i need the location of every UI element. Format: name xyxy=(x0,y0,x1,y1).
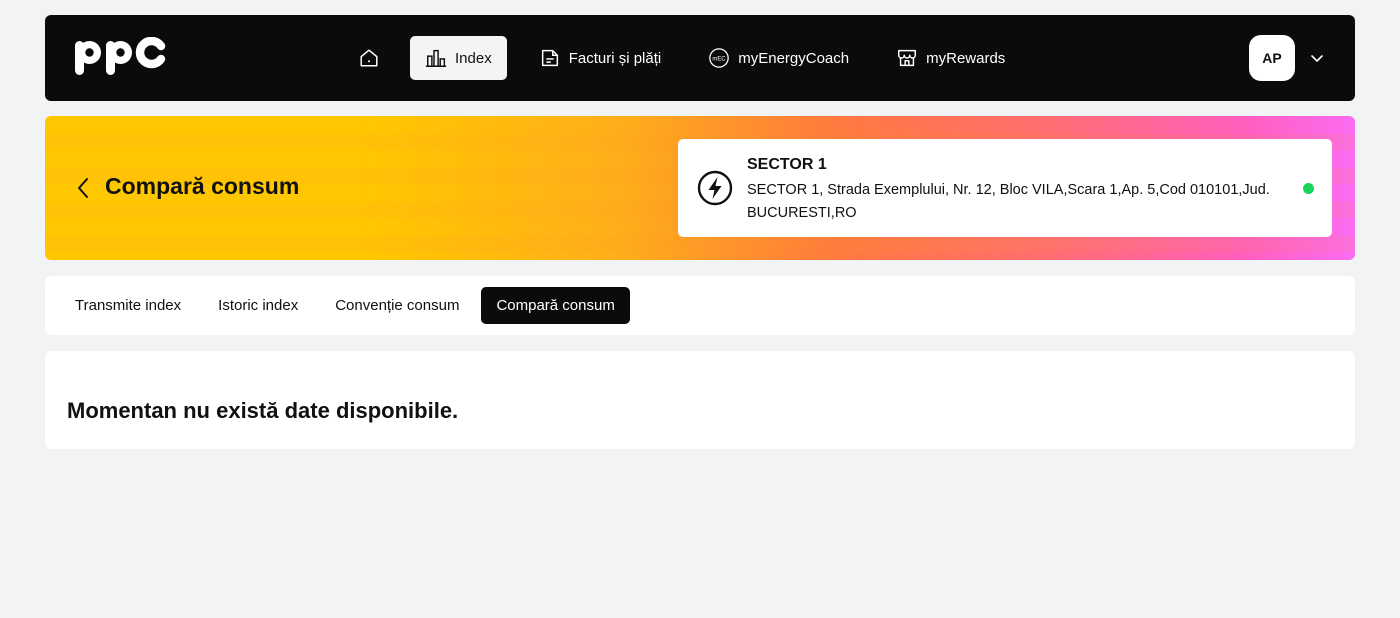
tab-istoric-index[interactable]: Istoric index xyxy=(203,287,313,324)
invoice-icon xyxy=(541,49,558,67)
tab-conventie-consum[interactable]: Convenție consum xyxy=(320,287,474,324)
place-name: SECTOR 1 xyxy=(747,156,827,173)
nav-item-label: myEnergyCoach xyxy=(738,49,850,67)
page-title: Compară consum xyxy=(105,173,300,199)
chevron-left-icon xyxy=(78,178,88,198)
nav-item-energy-coach[interactable]: mEC myEnergyCoach xyxy=(693,36,864,80)
nav-item-rewards[interactable]: myRewards xyxy=(881,36,1020,80)
place-address: SECTOR 1, Strada Exemplului, Nr. 12, Blo… xyxy=(747,182,1270,221)
content-panel: Momentan nu există date disponibile. xyxy=(45,351,1355,449)
nav-item-invoices[interactable]: Facturi și plăți xyxy=(524,36,677,80)
energy-coach-icon: mEC xyxy=(709,48,730,68)
nav-item-index[interactable]: Index xyxy=(410,36,507,80)
lightning-bolt-icon xyxy=(697,170,733,206)
bar-chart-icon xyxy=(425,49,447,67)
rewards-store-icon xyxy=(898,49,917,67)
avatar[interactable]: AP xyxy=(1249,35,1295,81)
ppc-logo-mark xyxy=(75,36,166,75)
energy-coach-icon-text: mEC xyxy=(713,56,727,62)
user-menu[interactable]: AP xyxy=(1249,35,1325,81)
home-icon xyxy=(360,49,378,67)
back-button[interactable] xyxy=(73,174,93,202)
tab-transmite-index[interactable]: Transmite index xyxy=(60,287,196,324)
ppc-logo[interactable] xyxy=(75,36,167,79)
main-nav: Index Facturi și plăți mEC myEnergyCoach xyxy=(345,36,1037,80)
index-tabs: Transmite index Istoric index Convenție … xyxy=(45,276,1355,335)
chevron-down-icon[interactable] xyxy=(1309,50,1325,66)
top-navigation: Index Facturi și plăți mEC myEnergyCoach xyxy=(45,15,1355,101)
nav-item-label: myRewards xyxy=(926,49,1006,67)
status-indicator xyxy=(1303,183,1314,194)
nav-home[interactable] xyxy=(345,36,393,80)
avatar-initials: AP xyxy=(1262,50,1282,66)
consumption-place-card[interactable]: SECTOR 1 SECTOR 1, Strada Exemplului, Nr… xyxy=(678,139,1332,237)
tab-compara-consum[interactable]: Compară consum xyxy=(481,287,630,324)
page-hero: Compară consum SECTOR 1 SECTOR 1, Strada… xyxy=(45,116,1355,260)
empty-state-message: Momentan nu există date disponibile. xyxy=(67,398,459,423)
nav-item-label: Facturi și plăți xyxy=(568,49,662,67)
nav-item-label: Index xyxy=(455,49,492,67)
